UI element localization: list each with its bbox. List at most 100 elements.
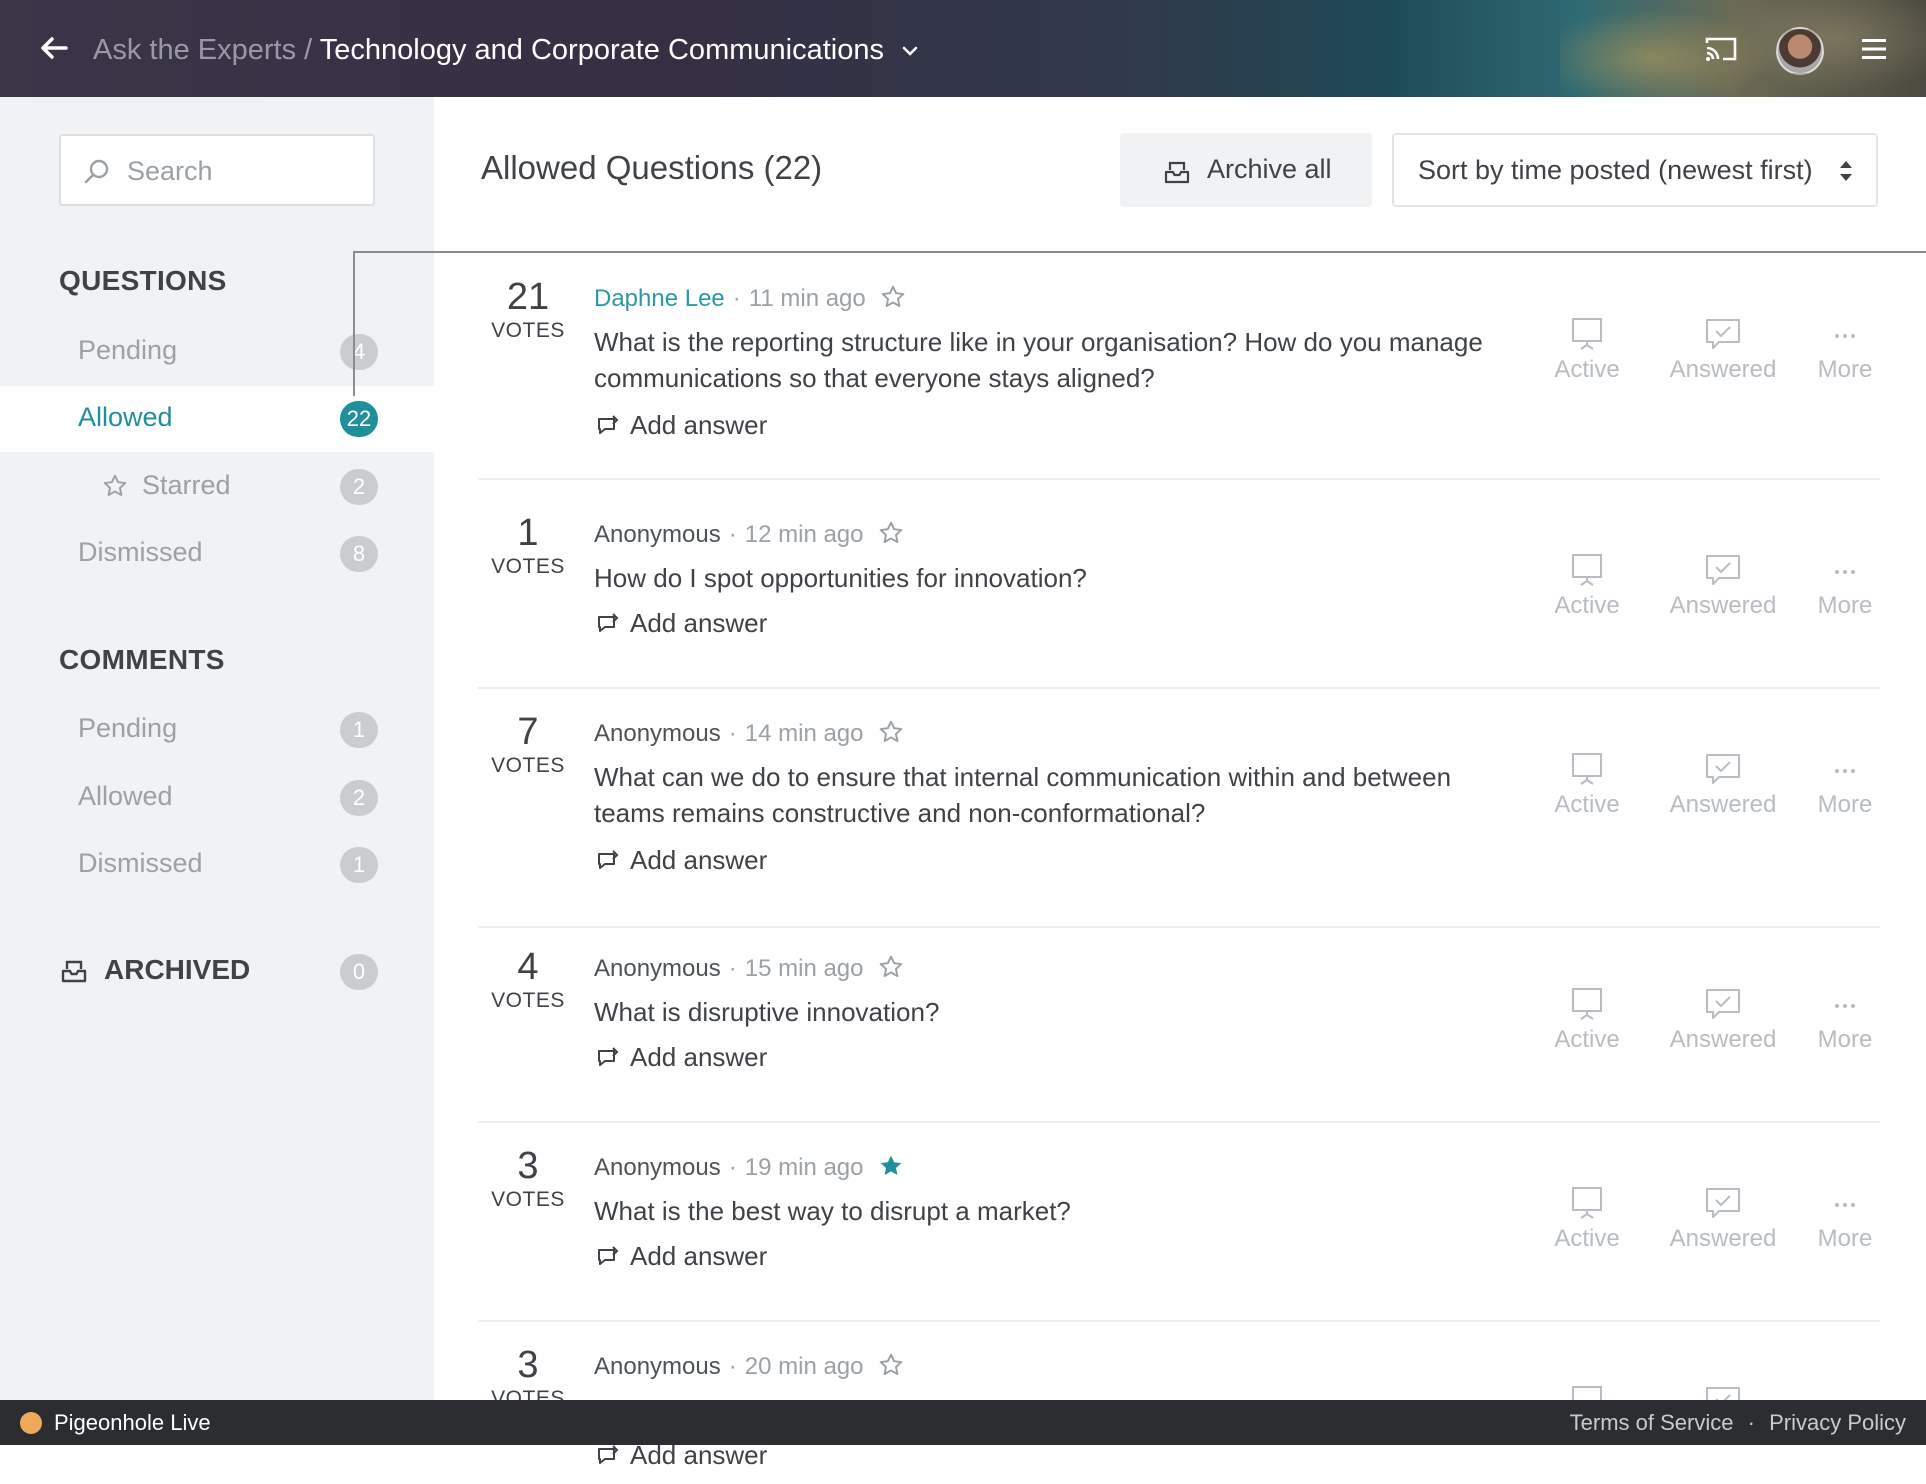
meta-separator: · bbox=[728, 1154, 737, 1181]
vote-count: 3 bbox=[517, 1145, 539, 1187]
sidebar-item-label: Dismissed bbox=[78, 537, 203, 567]
meta-separator: · bbox=[728, 521, 737, 548]
mark-answered-button[interactable]: Answered bbox=[1668, 1185, 1778, 1253]
author-name: Anonymous bbox=[594, 1154, 721, 1181]
more-dots-icon bbox=[1835, 334, 1855, 338]
reply-icon bbox=[598, 1445, 619, 1464]
count-badge: 2 bbox=[340, 469, 378, 505]
back-arrow-icon[interactable] bbox=[38, 32, 70, 64]
sidebar-item-questions-dismissed[interactable]: Dismissed 8 bbox=[0, 521, 434, 587]
breadcrumb-parent[interactable]: Ask the Experts bbox=[93, 34, 296, 66]
star-icon[interactable] bbox=[880, 284, 906, 310]
avatar[interactable] bbox=[1776, 27, 1824, 75]
mark-active-button[interactable]: Active bbox=[1532, 751, 1642, 819]
question-meta: Anonymous · 12 min ago bbox=[594, 520, 904, 549]
more-button[interactable]: More bbox=[1790, 751, 1900, 819]
count-badge: 1 bbox=[340, 847, 378, 883]
mark-answered-button[interactable]: Answered bbox=[1668, 986, 1778, 1054]
author-name[interactable]: Daphne Lee bbox=[594, 285, 725, 312]
sidebar-item-label: Starred bbox=[142, 470, 231, 500]
add-answer-button[interactable]: Add answer bbox=[596, 845, 767, 876]
question-row: 7 VOTES Anonymous · 14 min ago What can we do… bbox=[478, 711, 1880, 928]
question-text: What is disruptive innovation? bbox=[594, 997, 940, 1027]
star-icon bbox=[103, 474, 127, 496]
archived-label: ARCHIVED bbox=[104, 954, 251, 985]
more-label: More bbox=[1817, 1026, 1873, 1053]
archive-icon bbox=[61, 960, 87, 983]
mark-answered-button[interactable]: Answered bbox=[1668, 552, 1778, 620]
archive-all-button[interactable]: Archive all bbox=[1120, 133, 1372, 207]
search-input[interactable]: Search bbox=[59, 134, 375, 206]
sidebar-item-comments-pending[interactable]: Pending 1 bbox=[0, 697, 434, 763]
more-dots-icon bbox=[1835, 769, 1855, 773]
menu-icon[interactable] bbox=[1862, 38, 1886, 60]
footer-separator: · bbox=[1747, 1410, 1755, 1435]
active-label: Active bbox=[1554, 1225, 1620, 1252]
star-icon[interactable] bbox=[878, 954, 904, 980]
count-badge: 22 bbox=[340, 401, 378, 437]
chevron-down-icon[interactable] bbox=[900, 41, 920, 61]
posted-time: 11 min ago bbox=[748, 285, 866, 312]
question-row: 21 VOTES Daphne Lee · 11 min ago What is the … bbox=[478, 276, 1880, 480]
mark-active-button[interactable]: Active bbox=[1532, 552, 1642, 620]
more-label: More bbox=[1817, 1225, 1873, 1252]
sidebar-item-questions-starred[interactable]: Starred 2 bbox=[0, 454, 434, 520]
terms-link[interactable]: Terms of Service bbox=[1570, 1410, 1734, 1435]
question-meta: Anonymous · 15 min ago bbox=[594, 954, 904, 983]
answered-label: Answered bbox=[1669, 1225, 1777, 1252]
question-meta: Anonymous · 19 min ago bbox=[594, 1153, 904, 1182]
sidebar-item-label: Dismissed bbox=[78, 848, 203, 878]
page-title: Allowed Questions (22) bbox=[481, 149, 823, 186]
count-badge: 0 bbox=[340, 954, 378, 990]
mark-active-button[interactable]: Active bbox=[1532, 1185, 1642, 1253]
votes-label: VOTES bbox=[491, 555, 565, 578]
author-name: Anonymous bbox=[594, 521, 721, 548]
vote-count: 4 bbox=[517, 946, 539, 988]
posted-time: 14 min ago bbox=[744, 720, 864, 747]
star-icon[interactable] bbox=[878, 1352, 904, 1378]
votes-label: VOTES bbox=[491, 1188, 565, 1211]
answered-check-icon bbox=[1706, 1188, 1740, 1218]
question-meta: Anonymous · 14 min ago bbox=[594, 719, 904, 748]
breadcrumb-separator: / bbox=[304, 34, 313, 66]
answered-label: Answered bbox=[1669, 791, 1777, 818]
question-text: What can we do to ensure that internal c… bbox=[594, 762, 1452, 828]
votes-label: VOTES bbox=[491, 989, 565, 1012]
cast-icon[interactable] bbox=[1704, 35, 1738, 63]
sidebar-item-comments-dismissed[interactable]: Dismissed 1 bbox=[0, 832, 434, 898]
mark-answered-button[interactable]: Answered bbox=[1668, 316, 1778, 384]
mark-answered-button[interactable]: Answered bbox=[1668, 751, 1778, 819]
add-answer-button[interactable]: Add answer bbox=[596, 1241, 767, 1272]
footer-links: Terms of Service · Privacy Policy bbox=[1570, 1410, 1906, 1436]
meta-separator: · bbox=[728, 720, 737, 747]
answered-label: Answered bbox=[1669, 356, 1777, 383]
question-row: 3 VOTES Anonymous · 19 min ago What is the be… bbox=[478, 1145, 1880, 1322]
breadcrumb: Ask the Experts / Technology and Corpora… bbox=[93, 30, 920, 70]
reply-icon bbox=[598, 1047, 619, 1066]
meta-separator: · bbox=[728, 955, 737, 982]
more-button[interactable]: More bbox=[1790, 316, 1900, 384]
presentation-icon bbox=[1572, 318, 1602, 350]
sidebar-item-archived[interactable]: ARCHIVED 0 bbox=[0, 942, 434, 1002]
sort-select[interactable]: Sort by time posted (newest first) bbox=[1392, 133, 1878, 207]
add-answer-button[interactable]: Add answer bbox=[596, 410, 767, 441]
more-button[interactable]: More bbox=[1790, 1185, 1900, 1253]
breadcrumb-current[interactable]: Technology and Corporate Communications bbox=[320, 34, 884, 66]
privacy-link[interactable]: Privacy Policy bbox=[1769, 1410, 1906, 1435]
pigeonhole-logo-icon bbox=[20, 1412, 42, 1434]
add-answer-button[interactable]: Add answer bbox=[596, 1042, 767, 1073]
presentation-icon bbox=[1572, 988, 1602, 1020]
more-button[interactable]: More bbox=[1790, 552, 1900, 620]
vote-count: 21 bbox=[506, 276, 550, 318]
mark-active-button[interactable]: Active bbox=[1532, 986, 1642, 1054]
sidebar-item-comments-allowed[interactable]: Allowed 2 bbox=[0, 765, 434, 831]
star-icon[interactable] bbox=[878, 719, 904, 745]
more-button[interactable]: More bbox=[1790, 986, 1900, 1054]
star-icon[interactable] bbox=[878, 1153, 904, 1179]
add-answer-button[interactable]: Add answer bbox=[596, 608, 767, 639]
star-icon[interactable] bbox=[878, 520, 904, 546]
author-name: Anonymous bbox=[594, 720, 721, 747]
posted-time: 15 min ago bbox=[744, 955, 864, 982]
mark-active-button[interactable]: Active bbox=[1532, 316, 1642, 384]
more-dots-icon bbox=[1835, 570, 1855, 574]
